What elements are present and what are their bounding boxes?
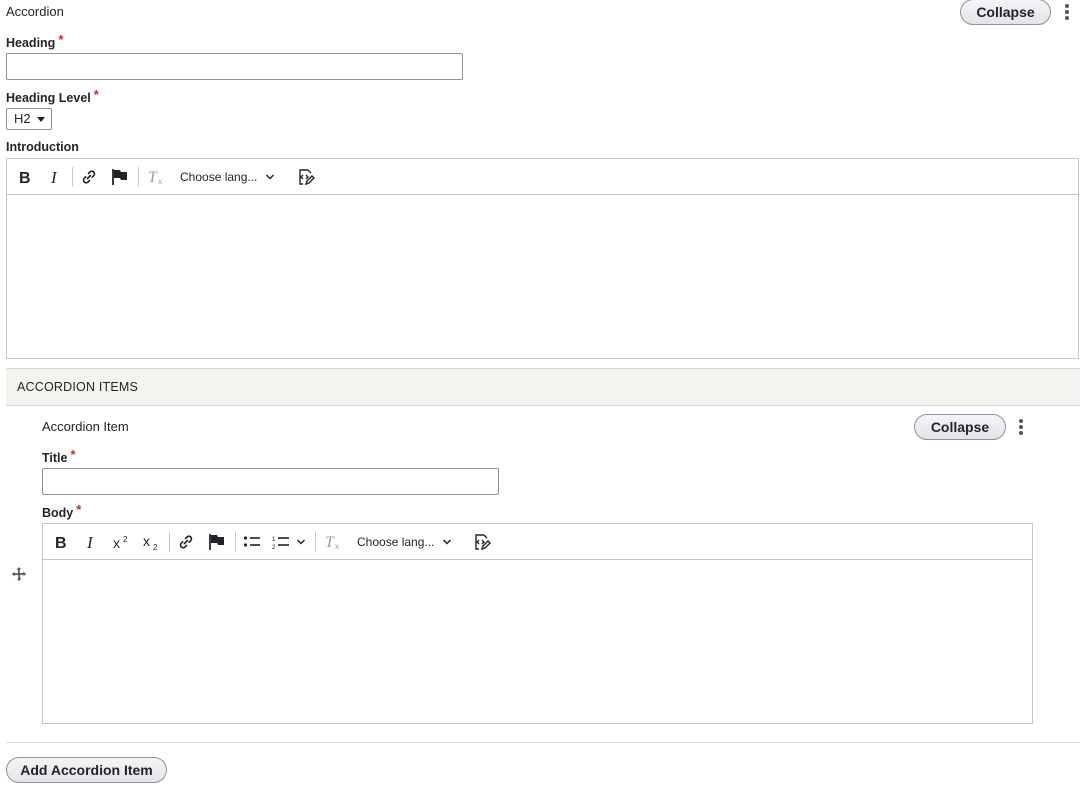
required-marker: * [76, 502, 82, 517]
numbered-list-icon[interactable]: 12 [271, 531, 307, 553]
flag-icon[interactable] [110, 166, 130, 188]
bulleted-list-icon[interactable] [242, 531, 262, 553]
heading-label-text: Heading [6, 36, 56, 50]
heading-level-label-text: Heading Level [6, 91, 91, 105]
editor-toolbar: B I Tx Choose lang... [7, 159, 1078, 195]
chevron-down-icon [443, 539, 452, 545]
svg-text:1: 1 [272, 537, 276, 543]
kebab-menu-icon[interactable] [1017, 417, 1025, 437]
svg-text:x: x [113, 535, 120, 550]
toolbar-separator [235, 532, 236, 552]
heading-label: Heading * [6, 32, 64, 50]
accordion-item-title: Accordion Item [42, 419, 129, 434]
chevron-down-icon [266, 174, 275, 180]
introduction-editor: B I Tx Choose lang... [6, 158, 1079, 359]
heading-level-select[interactable]: H2 [6, 108, 52, 130]
drag-handle-icon[interactable] [12, 567, 26, 581]
remove-format-icon[interactable]: Tx [323, 531, 343, 553]
link-icon[interactable] [177, 531, 195, 553]
svg-text:x: x [335, 542, 339, 551]
bold-icon[interactable]: B [52, 531, 70, 553]
item-collapse-button[interactable]: Collapse [914, 414, 1006, 440]
svg-text:x: x [143, 533, 150, 549]
remove-format-icon[interactable]: Tx [146, 166, 166, 188]
add-accordion-item-button[interactable]: Add Accordion Item [6, 757, 167, 783]
italic-icon[interactable]: I [83, 531, 101, 553]
toolbar-separator [138, 167, 139, 187]
svg-text:T: T [325, 534, 335, 551]
chevron-down-icon [296, 539, 306, 545]
paragraph-title: Accordion [6, 4, 64, 19]
svg-text:I: I [86, 534, 94, 550]
body-label: Body * [42, 502, 82, 520]
title-input[interactable] [42, 468, 499, 495]
link-icon[interactable] [80, 166, 98, 188]
heading-input[interactable] [6, 53, 463, 80]
required-marker: * [58, 32, 64, 47]
toolbar-separator [169, 532, 170, 552]
italic-icon[interactable]: I [47, 166, 65, 188]
language-dropdown-label: Choose lang... [357, 535, 435, 549]
flag-icon[interactable] [207, 531, 227, 553]
required-marker: * [70, 447, 76, 462]
svg-text:I: I [50, 169, 58, 185]
svg-text:2: 2 [272, 545, 276, 550]
superscript-icon[interactable]: x2 [111, 531, 133, 553]
section-divider [6, 742, 1080, 743]
svg-text:2: 2 [123, 535, 128, 544]
toolbar-separator [72, 167, 73, 187]
required-marker: * [93, 87, 99, 102]
svg-text:T: T [148, 169, 158, 186]
svg-text:2: 2 [153, 543, 158, 551]
language-dropdown[interactable]: Choose lang... [357, 531, 452, 553]
heading-level-value: H2 [14, 111, 31, 126]
toolbar-separator [315, 532, 316, 552]
language-dropdown-label: Choose lang... [180, 170, 258, 184]
bold-icon[interactable]: B [16, 166, 34, 188]
body-label-text: Body [42, 506, 74, 520]
section-title: ACCORDION ITEMS [17, 380, 139, 394]
source-edit-icon[interactable] [472, 531, 492, 553]
title-label: Title * [42, 447, 76, 465]
svg-text:B: B [19, 170, 31, 185]
svg-text:B: B [55, 535, 67, 550]
svg-text:x: x [158, 177, 162, 186]
subscript-icon[interactable]: x2 [141, 531, 163, 553]
kebab-menu-icon[interactable] [1063, 2, 1071, 22]
heading-level-label: Heading Level * [6, 87, 99, 105]
collapse-button[interactable]: Collapse [960, 0, 1051, 25]
title-label-text: Title [42, 451, 68, 465]
editor-toolbar: B I x2 x2 12 Tx Choose lang... [43, 524, 1032, 560]
introduction-label: Introduction [6, 140, 79, 154]
accordion-items-section-header: ACCORDION ITEMS [6, 368, 1080, 406]
source-edit-icon[interactable] [296, 166, 316, 188]
caret-down-icon [37, 117, 45, 122]
body-editor: B I x2 x2 12 Tx Choose lang... [42, 523, 1033, 724]
language-dropdown[interactable]: Choose lang... [180, 166, 275, 188]
